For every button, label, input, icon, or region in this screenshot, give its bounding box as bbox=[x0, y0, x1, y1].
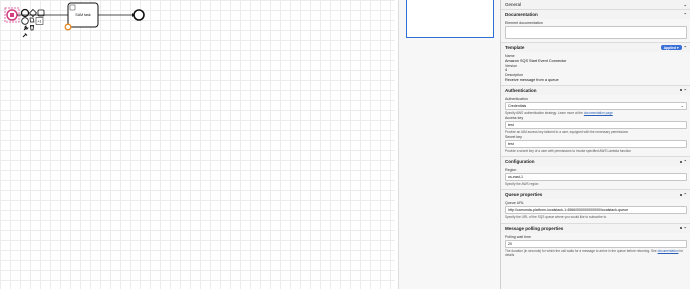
element-doc-input[interactable] bbox=[505, 26, 687, 39]
wait-hint-text: The duration (in seconds) for which the … bbox=[505, 248, 657, 253]
chevron-up-icon[interactable]: ⌃ bbox=[684, 88, 687, 93]
append-intermediate-event-icon[interactable] bbox=[21, 17, 29, 25]
properties-panel: General ⌄ Documentation ⌃ Element document… bbox=[500, 0, 690, 289]
wrench-icon[interactable] bbox=[23, 25, 29, 31]
group-title: Queue properties bbox=[505, 192, 543, 198]
auth-select[interactable]: Credentials ⌄ bbox=[505, 101, 687, 110]
minimap[interactable] bbox=[398, 0, 501, 289]
append-end-event-icon[interactable] bbox=[20, 8, 30, 18]
group-title: Documentation bbox=[505, 12, 538, 17]
template-applied-button[interactable]: Applied ▾ bbox=[660, 45, 682, 50]
group-general[interactable]: General ⌄ bbox=[501, 0, 690, 10]
chevron-up-icon[interactable]: ⌃ bbox=[684, 12, 687, 17]
documentation-link[interactable]: documentation bbox=[658, 249, 679, 253]
group-title: General bbox=[505, 2, 522, 7]
region-label: Region bbox=[505, 168, 517, 173]
element-doc-label: Element documentation bbox=[505, 21, 543, 25]
group-authentication[interactable]: Authentication ⌃ Authentication Credentia… bbox=[501, 85, 690, 158]
template-description-value: Receive message from a queue bbox=[505, 77, 559, 82]
auth-hint: Specify AWS authentication strategy. Lea… bbox=[505, 111, 687, 115]
status-dot-icon bbox=[679, 193, 682, 196]
boundary-event-icon[interactable] bbox=[64, 23, 72, 31]
chevron-up-icon[interactable]: ⌃ bbox=[684, 226, 687, 231]
group-queue[interactable]: Queue properties ⌃ Queue URL http://camun… bbox=[501, 190, 690, 224]
task-sam[interactable]: SAM task bbox=[64, 2, 99, 31]
wait-time-input[interactable]: 20 bbox=[505, 239, 687, 248]
group-documentation[interactable]: Documentation ⌃ Element documentation bbox=[501, 10, 690, 43]
auth-hint-text: Specify AWS authentication strategy. Lea… bbox=[505, 110, 583, 115]
trash-icon[interactable] bbox=[30, 25, 34, 31]
context-pad: +1 bbox=[20, 8, 45, 38]
minimap-viewport[interactable] bbox=[406, 0, 494, 38]
wait-time-hint: The duration (in seconds) for which the … bbox=[505, 249, 687, 257]
start-event-selected[interactable] bbox=[4, 7, 20, 23]
chevron-up-icon[interactable]: ⌃ bbox=[684, 192, 687, 197]
status-dot-icon bbox=[679, 227, 682, 230]
queue-url-label: Queue URL bbox=[505, 201, 524, 206]
append-icon[interactable]: +1 bbox=[35, 17, 44, 25]
chevron-down-icon[interactable]: ⌄ bbox=[684, 2, 687, 7]
template-description-label: Description bbox=[505, 73, 523, 77]
secret-key-input[interactable]: test bbox=[505, 139, 687, 148]
chevron-up-icon[interactable]: ⌃ bbox=[684, 45, 687, 50]
template-version-value: 4 bbox=[505, 68, 508, 72]
auth-label: Authentication bbox=[505, 96, 528, 101]
wait-time-label: Polling wait time bbox=[505, 234, 531, 239]
group-title: Configuration bbox=[505, 159, 535, 165]
template-version-label: Version bbox=[505, 63, 517, 68]
status-dot-icon bbox=[679, 160, 682, 163]
append-gateway-icon[interactable] bbox=[28, 8, 38, 18]
svg-text:+1: +1 bbox=[38, 20, 42, 24]
template-name-value: Amazon SQS Start Event Connector bbox=[505, 58, 567, 63]
status-dot-icon bbox=[679, 89, 682, 91]
diagram-canvas[interactable]: +1 SAM task bbox=[0, 0, 395, 289]
secret-key-label: Secret key bbox=[505, 134, 522, 139]
append-text-annotation-icon[interactable] bbox=[29, 17, 35, 23]
auth-select-value: Credentials bbox=[508, 103, 527, 108]
queue-url-input[interactable]: http://camunda-platform-localstack-1:456… bbox=[505, 206, 687, 215]
task-label: SAM task bbox=[75, 13, 91, 17]
chevron-up-icon[interactable]: ⌃ bbox=[684, 159, 687, 164]
access-key-label: Access key bbox=[505, 115, 524, 120]
group-template[interactable]: Template Applied ▾ ⌃ Name Amazon SQS Star… bbox=[501, 43, 690, 86]
secret-key-hint: Provide a secret key of a user with perm… bbox=[505, 148, 632, 153]
connect-icon[interactable] bbox=[22, 33, 28, 38]
access-key-hint: Provide an IAM access key tailored to a … bbox=[505, 129, 628, 134]
template-name-label: Name bbox=[505, 54, 515, 58]
region-hint: Specify the AWS region bbox=[505, 182, 539, 187]
access-key-input[interactable]: test bbox=[505, 120, 687, 129]
diagram-svg: +1 SAM task bbox=[4, 2, 145, 38]
group-title: Message polling properties bbox=[505, 225, 564, 231]
region-input[interactable]: us-east-1 bbox=[505, 173, 687, 182]
end-event[interactable] bbox=[133, 9, 145, 21]
group-polling[interactable]: Message polling properties ⌃ Polling wait… bbox=[501, 223, 690, 260]
documentation-link[interactable]: documentation page bbox=[584, 111, 613, 115]
group-title: Authentication bbox=[505, 87, 537, 93]
chevron-down-icon: ⌄ bbox=[680, 103, 684, 108]
group-configuration[interactable]: Configuration ⌃ Region us-east-1 Specify … bbox=[501, 157, 690, 191]
queue-url-hint: Specify the URL of the SQS queue where y… bbox=[505, 215, 607, 220]
group-title: Template bbox=[505, 45, 525, 50]
